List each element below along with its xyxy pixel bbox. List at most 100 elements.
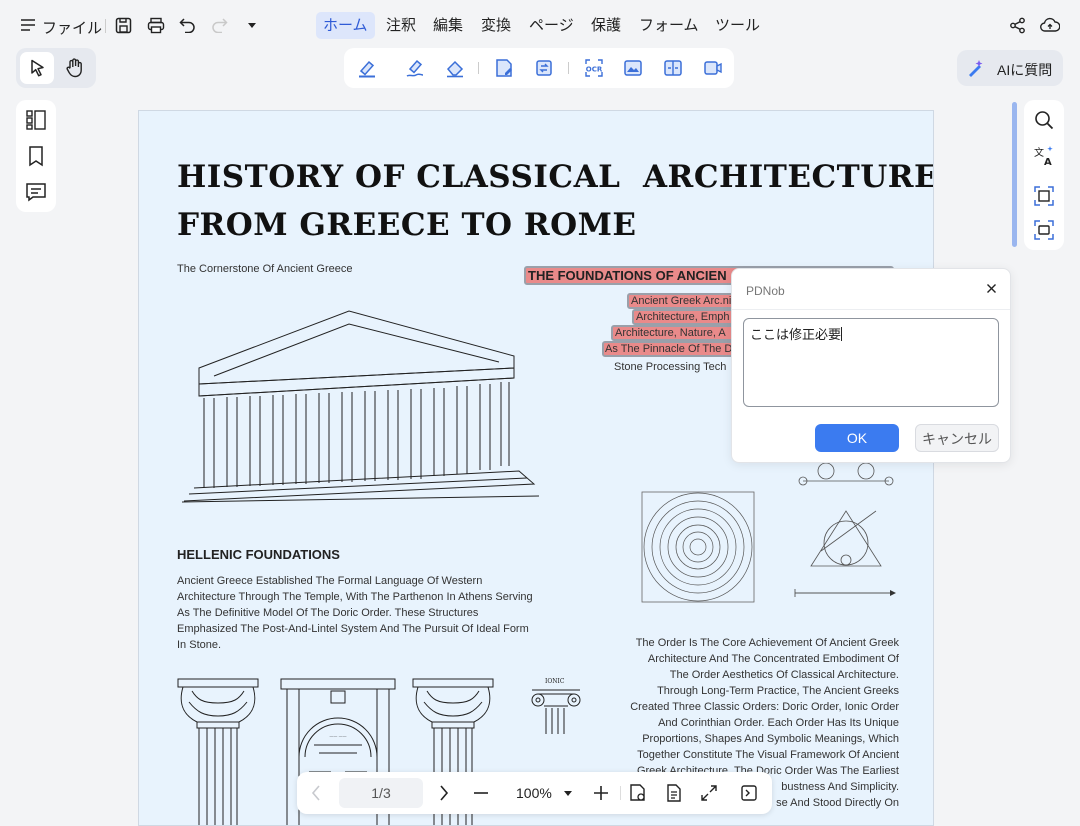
body-line: Architecture And The Concentrated Embodi…: [647, 653, 899, 665]
ionic-capital-illustration: [531, 689, 581, 734]
tab-convert[interactable]: 変換: [474, 12, 518, 39]
page-indicator: 1/3: [371, 785, 391, 801]
hellenic-body: Ancient Greece Established The Formal La…: [177, 573, 557, 653]
highlighted-line[interactable]: Architecture, Nature, A: [611, 325, 737, 341]
hamburger-icon[interactable]: [20, 18, 36, 32]
document-title-line-1: HISTORY OF CLASSICAL ARCHITECTURE:: [177, 159, 934, 195]
ionic-label: IONIC: [545, 678, 565, 685]
arrow-line: [794, 589, 896, 597]
image-tool-icon[interactable]: [622, 57, 644, 79]
toolbar-divider: [568, 62, 569, 74]
translate-icon[interactable]: 文A: [1032, 144, 1056, 168]
zoom-level[interactable]: 100%: [516, 785, 552, 801]
body-line: Together Constitute The Visual Framework…: [637, 749, 899, 761]
svg-text:文: 文: [1034, 146, 1044, 159]
select-tool-button[interactable]: [20, 52, 54, 84]
body-line: And Corinthian Order. Each Order Has Its…: [658, 717, 899, 729]
highlighted-line[interactable]: Architecture, Emph: [632, 309, 737, 325]
ai-sparkle-icon: [969, 60, 983, 77]
print-icon[interactable]: [147, 17, 165, 34]
ok-button[interactable]: OK: [815, 424, 899, 452]
redo-icon[interactable]: [211, 17, 228, 33]
svg-text:—— ——: —— ——: [329, 733, 346, 738]
compare-icon[interactable]: [662, 57, 684, 79]
body-line: As The Definitive Model Of The Doric Ord…: [177, 607, 479, 619]
right-sidebar: 文A: [1024, 100, 1064, 250]
collapse-panel-icon[interactable]: [740, 784, 758, 802]
page-view-icon[interactable]: [628, 783, 648, 803]
note-dialog: PDNob ここは修正必要 OK キャンセル: [731, 268, 1011, 463]
crop-icon[interactable]: [1032, 184, 1056, 208]
tab-edit[interactable]: 編集: [426, 12, 470, 39]
save-icon[interactable]: [115, 17, 132, 34]
share-icon[interactable]: [1009, 17, 1026, 34]
highlighted-line[interactable]: Ancient Greek Arc.ni: [627, 293, 737, 309]
body-line: Architecture Through The Temple, With Th…: [177, 591, 533, 603]
body-line: Emphasized The Post-And-Lintel System An…: [177, 623, 529, 635]
zoom-in-icon[interactable]: [594, 786, 608, 800]
tab-page[interactable]: ページ: [522, 12, 581, 39]
page-indicator-box[interactable]: 1/3: [339, 778, 423, 808]
tab-home[interactable]: ホーム: [316, 12, 375, 39]
highlight-icon[interactable]: [356, 57, 378, 79]
annotation-toolbar: OCR: [344, 48, 734, 88]
svg-text:A: A: [1044, 157, 1052, 168]
next-page-icon[interactable]: [439, 785, 449, 801]
body-line: Through Long-Term Practice, The Ancient …: [657, 685, 899, 697]
close-icon[interactable]: [986, 283, 997, 294]
dialog-divider: [732, 309, 1010, 310]
toolbar-divider: [478, 62, 479, 74]
ocr-icon[interactable]: OCR: [583, 57, 605, 79]
undo-icon[interactable]: [179, 17, 196, 33]
vertical-scrollbar[interactable]: [1012, 102, 1017, 247]
text-cursor: [841, 327, 843, 341]
zoom-out-icon[interactable]: [474, 792, 488, 794]
tab-protect[interactable]: 保護: [584, 12, 628, 39]
file-menu[interactable]: ファイル: [42, 17, 102, 38]
convert-icon[interactable]: [533, 57, 555, 79]
divider: [105, 19, 106, 33]
document-title-line-2: FROM GREECE TO ROME: [177, 207, 637, 243]
eraser-icon[interactable]: [444, 57, 466, 79]
highlighted-line[interactable]: As The Pinnacle Of The D: [602, 341, 737, 357]
pointer-icon: [31, 59, 44, 77]
prev-page-icon[interactable]: [311, 785, 321, 801]
caret-down-icon[interactable]: [247, 22, 257, 29]
zoom-dropdown-icon[interactable]: [564, 791, 572, 796]
screenshot-icon[interactable]: [1032, 218, 1056, 242]
concentric-circles-diagram: [641, 491, 755, 603]
tab-form[interactable]: フォーム: [632, 12, 706, 39]
edit-text-icon[interactable]: [493, 57, 515, 79]
bottom-nav-bar: 1/3 100%: [297, 772, 772, 814]
ask-ai-label: AIに質問: [997, 62, 1053, 78]
cancel-button[interactable]: キャンセル: [915, 424, 999, 452]
note-text: ここは修正必要: [750, 327, 842, 342]
body-line: Proportions, Shapes And Symbolic Meaning…: [642, 733, 899, 745]
cloud-icon[interactable]: [1040, 17, 1060, 33]
hellenic-heading: HELLENIC FOUNDATIONS: [177, 547, 340, 562]
hand-icon[interactable]: [65, 58, 84, 78]
body-line: Created Three Classic Orders: Doric Orde…: [630, 701, 899, 713]
search-icon[interactable]: [1032, 108, 1056, 132]
tab-annotate[interactable]: 注釈: [379, 12, 423, 39]
note-textarea[interactable]: ここは修正必要: [743, 318, 999, 407]
stone-processing-text: Stone Processing Tech: [614, 361, 727, 373]
body-line: The Order Is The Core Achievement Of Anc…: [635, 637, 899, 649]
fit-screen-icon[interactable]: [700, 784, 718, 802]
screen-record-icon[interactable]: [702, 57, 724, 79]
ask-ai-button[interactable]: AIに質問: [957, 50, 1063, 86]
tab-tools[interactable]: ツール: [708, 12, 767, 39]
parthenon-illustration: [181, 310, 540, 503]
document-subtitle: The Cornerstone Of Ancient Greece: [177, 263, 353, 275]
cursor-tools: [16, 48, 96, 88]
menu-bar: ファイル ホーム 注釈 編集 変換 ページ 保護 フォーム ツール: [0, 0, 1080, 50]
body-line: In Stone.: [177, 639, 222, 651]
thumbnails-icon[interactable]: [24, 108, 48, 132]
comment-icon[interactable]: [24, 180, 48, 204]
single-page-icon[interactable]: [664, 783, 684, 803]
underline-pen-icon[interactable]: [404, 57, 426, 79]
bookmark-icon[interactable]: [24, 144, 48, 168]
left-sidebar: [16, 100, 56, 212]
body-line: Ancient Greece Established The Formal La…: [177, 575, 483, 587]
body-line: The Order Aesthetics Of Classical Archit…: [669, 669, 899, 681]
